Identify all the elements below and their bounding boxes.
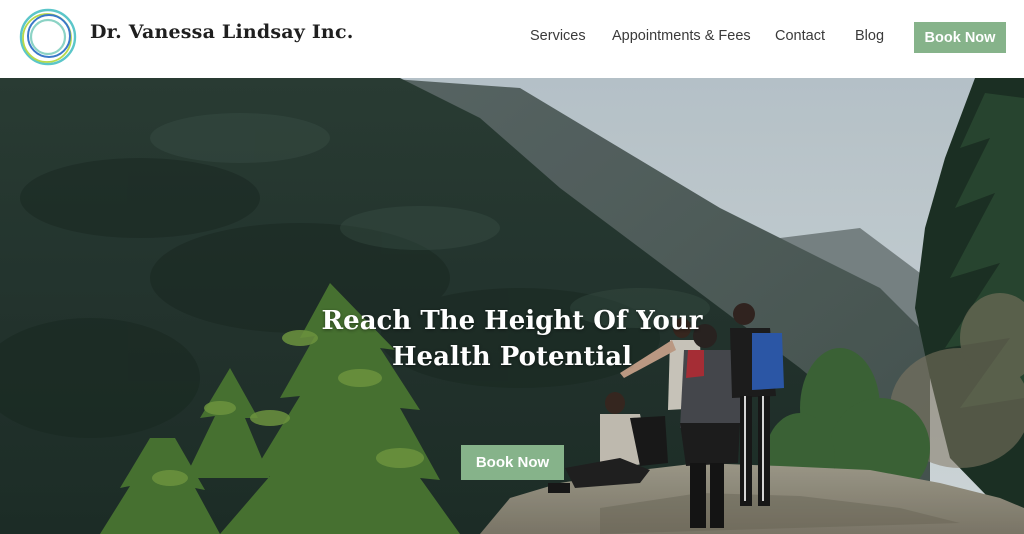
site-title[interactable]: Dr. Vanessa Lindsay Inc. [90,21,354,43]
book-now-button-hero[interactable]: Book Now [461,445,564,480]
site-header: Dr. Vanessa Lindsay Inc. Services Appoin… [0,0,1024,78]
nav-contact[interactable]: Contact [775,28,825,44]
nav-appointments-fees[interactable]: Appointments & Fees [612,28,751,44]
nav-services[interactable]: Services [530,28,586,44]
book-now-button-header[interactable]: Book Now [914,22,1006,53]
hero-section: Reach The Height Of Your Health Potentia… [0,78,1024,534]
logo-rings-icon[interactable] [18,7,78,67]
hero-title-line-2: Health Potential [391,342,633,372]
hero-title-line-1: Reach The Height Of Your [321,306,703,336]
nav-blog[interactable]: Blog [855,28,884,44]
